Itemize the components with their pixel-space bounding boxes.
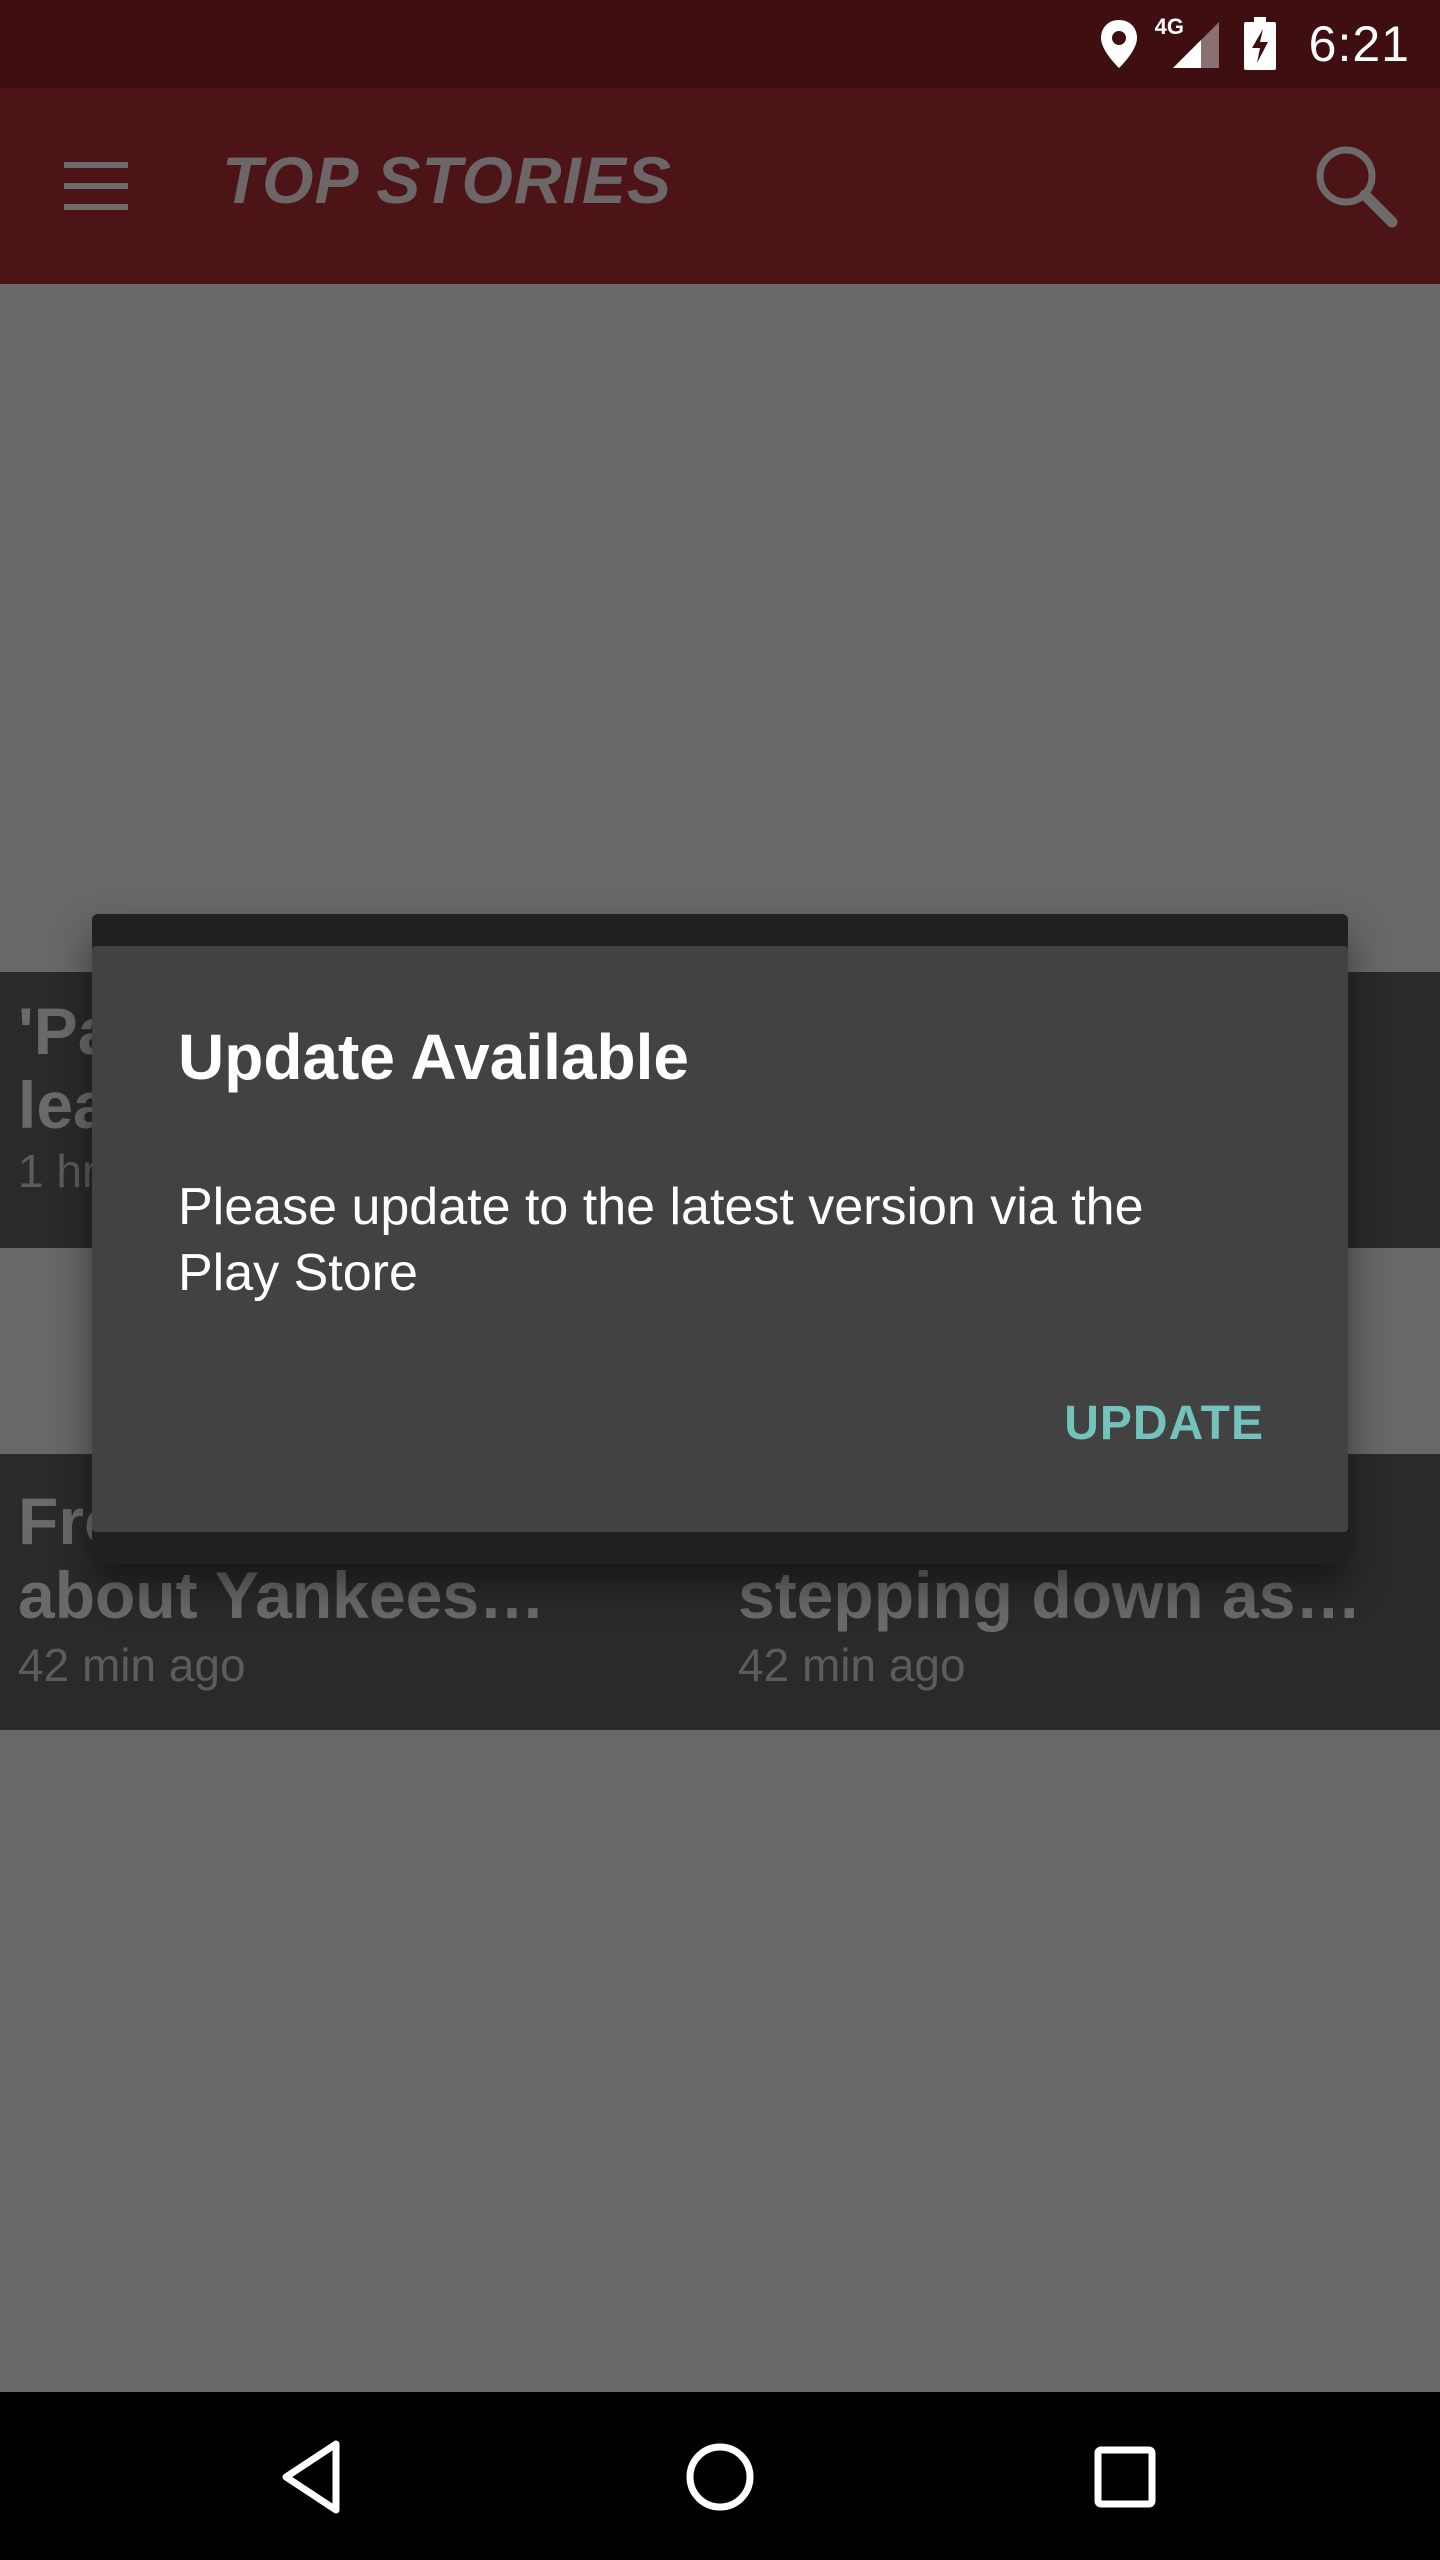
story-timestamp: 42 min ago — [18, 1639, 246, 1691]
story-headline: stepping down as… — [738, 1558, 1362, 1632]
status-time: 6:21 — [1308, 16, 1410, 72]
page-title: TOP STORIES — [222, 143, 672, 217]
recent-apps-icon[interactable] — [1080, 2432, 1170, 2522]
hamburger-menu-icon[interactable] — [60, 158, 132, 214]
back-icon[interactable] — [270, 2432, 360, 2522]
battery-charging-icon — [1243, 17, 1277, 71]
location-icon — [1099, 18, 1139, 70]
story-timestamp: 42 min ago — [738, 1639, 966, 1691]
status-bar: 4G 6:21 — [0, 0, 1440, 88]
update-button[interactable]: UPDATE — [1064, 1386, 1264, 1461]
search-icon[interactable] — [1310, 140, 1400, 230]
navigation-bar — [0, 2392, 1440, 2560]
update-dialog: Update Available Please update to the la… — [92, 946, 1348, 1532]
story-timestamp: 1 hr — [18, 1145, 98, 1197]
dialog-title: Update Available — [178, 1021, 689, 1093]
network-type-label: 4G — [1154, 14, 1185, 39]
signal-4g-icon: 4G — [1155, 14, 1221, 70]
app-bar: TOP STORIES — [0, 88, 1440, 284]
story-headline: about Yankees… — [18, 1558, 546, 1632]
home-icon[interactable] — [675, 2432, 765, 2522]
dialog-message: Please update to the latest version via … — [178, 1178, 1144, 1302]
